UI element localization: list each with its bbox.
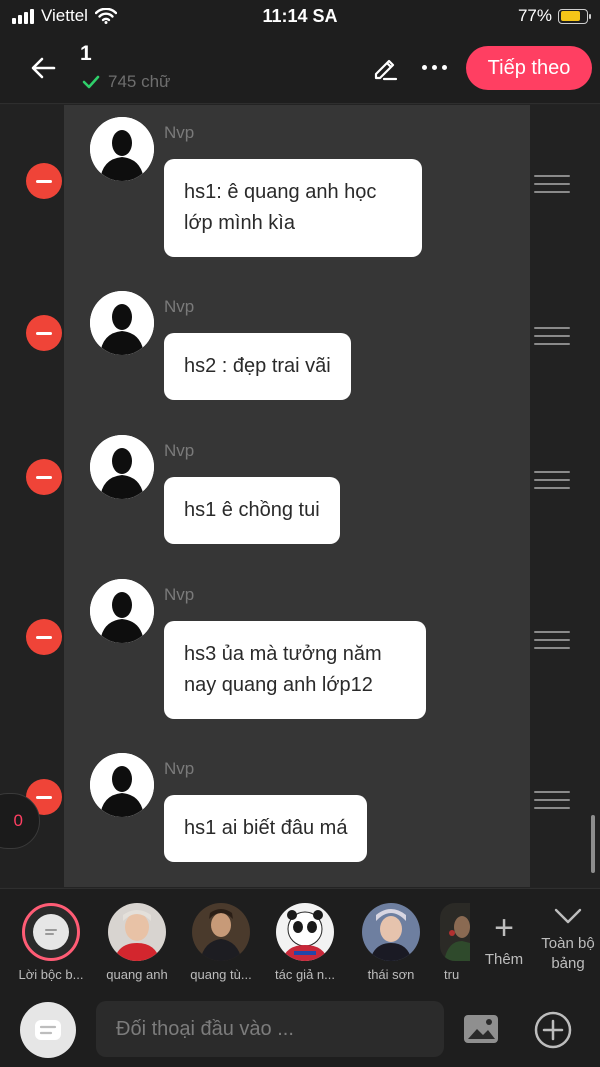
message-text: hs3 ủa mà tưởng năm nay quang anh lớp12	[184, 643, 382, 696]
avatar[interactable]	[90, 117, 154, 181]
avatar[interactable]	[90, 579, 154, 643]
drag-handle-icon[interactable]	[534, 175, 570, 193]
dialogue-input[interactable]: Đối thoại đầu vào ...	[96, 1001, 444, 1057]
edit-pencil-icon[interactable]	[370, 52, 400, 82]
narration-icon	[35, 1020, 61, 1040]
narrator-toggle-button[interactable]	[20, 1002, 76, 1058]
avatar[interactable]	[90, 291, 154, 355]
next-button[interactable]: Tiếp theo	[466, 46, 592, 90]
character-avatar	[440, 903, 470, 961]
avatar[interactable]	[90, 753, 154, 817]
avatar[interactable]	[90, 435, 154, 499]
add-character-button[interactable]: + Thêm	[476, 911, 532, 968]
scrollbar[interactable]	[591, 815, 595, 873]
narrator-avatar	[22, 903, 80, 961]
back-arrow-icon[interactable]	[26, 50, 62, 86]
drag-handle-icon[interactable]	[534, 791, 570, 809]
character-label: thái sơn	[367, 967, 415, 982]
message-text: hs1 ê chồng tui	[184, 499, 320, 521]
delete-message-button[interactable]	[26, 459, 62, 495]
message-bubble[interactable]: hs1 ê chồng tui	[164, 477, 340, 544]
battery-icon	[558, 8, 591, 24]
character-label: tru	[444, 967, 460, 982]
add-plus-icon[interactable]	[533, 1010, 573, 1050]
message-bubble[interactable]: hs1 ai biết đâu má	[164, 795, 368, 862]
message-bubble[interactable]: hs3 ủa mà tưởng năm nay quang anh lớp12	[164, 621, 426, 719]
add-character-label: Thêm	[484, 951, 524, 968]
chat-content: Nvp hs1: ê quang anh học lớp mình kìa Nv…	[0, 105, 600, 887]
plus-icon: +	[494, 909, 514, 947]
character-avatar	[192, 903, 250, 961]
more-options-icon[interactable]	[414, 54, 454, 80]
character-label: quang anh	[106, 967, 168, 982]
delete-message-button[interactable]	[26, 163, 62, 199]
dialogue-input-placeholder: Đối thoại đầu vào ...	[116, 1017, 294, 1040]
status-right: 77%	[517, 6, 591, 26]
character-tac-gia[interactable]: tác giả n...	[262, 903, 348, 982]
character-label: tác giả n...	[275, 967, 335, 982]
character-avatar	[362, 903, 420, 961]
message-text: hs2 : đẹp trai vãi	[184, 355, 331, 377]
character-name: Nvp	[164, 441, 195, 460]
character-label: quang tù...	[190, 967, 252, 982]
character-tru[interactable]: tru	[434, 903, 476, 982]
status-time: 11:14 SA	[262, 6, 338, 26]
message-bubble[interactable]: hs1: ê quang anh học lớp mình kìa	[164, 159, 422, 257]
character-quang-tu[interactable]: quang tù...	[178, 903, 264, 982]
drag-handle-icon[interactable]	[534, 471, 570, 489]
character-thai-son[interactable]: thái sơn	[348, 903, 434, 982]
full-board-button[interactable]: Toàn bộ bảng	[536, 907, 600, 974]
message-text: hs1 ai biết đâu má	[184, 817, 348, 839]
battery-percent: 77%	[517, 6, 552, 25]
character-label: Lời bộc b...	[18, 967, 84, 982]
character-quang-anh[interactable]: quang anh	[94, 903, 180, 982]
character-name: Nvp	[164, 585, 195, 604]
narrator-icon	[45, 929, 57, 935]
message-text: hs1: ê quang anh học lớp mình kìa	[184, 181, 377, 234]
character-name: Nvp	[164, 297, 195, 316]
input-bar: Đối thoại đầu vào ...	[0, 988, 600, 1067]
check-icon	[82, 75, 100, 89]
status-bar: Viettel 11:14 SA 77%	[0, 0, 600, 34]
character-avatar	[108, 903, 166, 961]
character-narrator[interactable]: Lời bộc b...	[8, 903, 94, 982]
story-title: 1	[80, 42, 92, 65]
header: 1 745 chữ Tiếp theo	[0, 34, 600, 104]
word-count: 745 chữ	[82, 72, 170, 92]
chevron-down-icon	[554, 908, 582, 924]
image-icon[interactable]	[462, 1012, 500, 1046]
word-count-label: 745 chữ	[108, 72, 171, 91]
full-board-label: Toàn bộ bảng	[541, 935, 595, 972]
character-avatar	[276, 903, 334, 961]
delete-message-button[interactable]	[26, 619, 62, 655]
drag-handle-icon[interactable]	[534, 327, 570, 345]
character-name: Nvp	[164, 123, 195, 142]
delete-message-button[interactable]	[26, 315, 62, 351]
message-bubble[interactable]: hs2 : đẹp trai vãi	[164, 333, 351, 400]
character-name: Nvp	[164, 759, 195, 778]
character-bar: Lời bộc b... quang anh quang tù... tác g…	[0, 888, 600, 988]
drag-handle-icon[interactable]	[534, 631, 570, 649]
